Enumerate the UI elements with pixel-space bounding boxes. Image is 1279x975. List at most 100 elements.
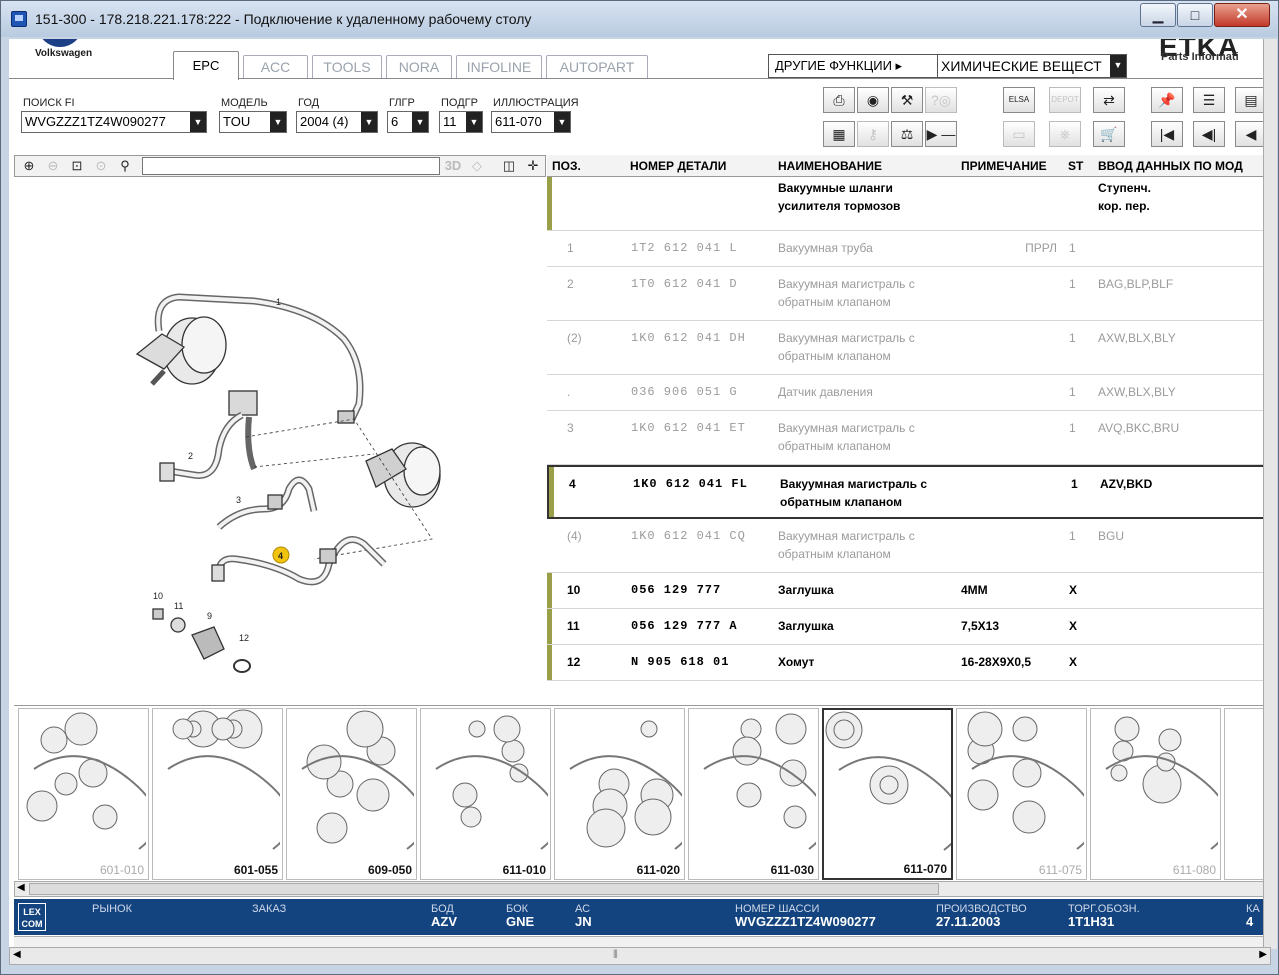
cart-transfer-icon[interactable]: ⇄: [1093, 87, 1125, 113]
sub-group-select[interactable]: 11 ▼: [439, 111, 483, 133]
split-view-icon[interactable]: ◫: [499, 157, 519, 175]
callout-9[interactable]: 9: [207, 611, 212, 621]
magnifier-icon[interactable]: ⚲: [115, 157, 135, 175]
cell-name: Вакуумная магистраль с обратным клапаном: [778, 529, 915, 561]
chevron-down-icon[interactable]: ▼: [412, 112, 428, 132]
close-button[interactable]: ✕: [1214, 3, 1270, 27]
callout-11[interactable]: 11: [174, 601, 183, 611]
catalog-icon[interactable]: ◉: [857, 87, 889, 113]
maximize-button[interactable]: □: [1177, 3, 1213, 27]
zoom-area-icon[interactable]: ⊡: [67, 157, 87, 175]
zoom-out-icon[interactable]: ⊖: [43, 157, 63, 175]
chevron-down-icon[interactable]: ▼: [190, 112, 206, 132]
thumbnails-scrollbar[interactable]: ◀: [14, 881, 1270, 897]
thumbnail-4[interactable]: 611-020: [554, 708, 694, 880]
tab-infoline[interactable]: INFOLINE: [456, 55, 542, 78]
year-select[interactable]: 2004 (4) ▼: [296, 111, 378, 133]
chevron-down-icon[interactable]: ▼: [270, 112, 286, 132]
tab-autopart[interactable]: AUTOPART: [546, 55, 648, 78]
thumbnail-1[interactable]: 601-055: [152, 708, 292, 880]
illustration-select[interactable]: 611-070 ▼: [491, 111, 571, 133]
scroll-right-icon[interactable]: ▶: [1259, 949, 1267, 960]
thumbnail-3[interactable]: 611-010: [420, 708, 560, 880]
minimize-button[interactable]: ▁: [1140, 3, 1176, 27]
callout-12[interactable]: 12: [239, 633, 249, 643]
window-horizontal-scrollbar[interactable]: ◀ ⦀ ▶: [9, 947, 1271, 965]
help-icon[interactable]: ?◎: [925, 87, 957, 113]
first-page-icon[interactable]: |◀: [1151, 121, 1183, 147]
table-row[interactable]: 3 1K0 612 041 ET Вакуумная магистраль с обр…: [547, 411, 1271, 465]
col-model-data[interactable]: ВВОД ДАННЫХ ПО МОД: [1098, 159, 1243, 173]
callout-1[interactable]: 1: [276, 297, 281, 307]
tab-epc[interactable]: EPC: [173, 51, 239, 80]
thumbnail-6[interactable]: 611-070: [822, 708, 963, 880]
col-note[interactable]: ПРИМЕЧАНИЕ: [961, 159, 1047, 173]
thumbnail-2[interactable]: 609-050: [286, 708, 426, 880]
main-group-select[interactable]: 6 ▼: [387, 111, 429, 133]
table-row[interactable]: (2) 1K0 612 041 DH Вакуумная магистраль со…: [547, 321, 1271, 375]
table-row[interactable]: 2 1T0 612 041 D Вакуумная магистраль с обра…: [547, 267, 1271, 321]
table-row[interactable]: (4) 1K0 612 041 CQ Вакуумная магистраль со…: [547, 519, 1271, 573]
window-vertical-scrollbar[interactable]: [1263, 39, 1277, 949]
zoom-in-icon[interactable]: ⊕: [19, 157, 39, 175]
callout-10[interactable]: 10: [153, 591, 163, 601]
elsa-icon[interactable]: ELSA: [1003, 87, 1035, 113]
col-name[interactable]: НАИМЕНОВАНИЕ: [778, 159, 882, 173]
col-st[interactable]: ST: [1068, 159, 1083, 173]
table-row[interactable]: . 036 906 051 G Датчик давления 1 AXW,BLX,BL…: [547, 375, 1271, 411]
view-3d-icon[interactable]: 3D: [443, 157, 463, 175]
thumbnail-0[interactable]: 601-010: [18, 708, 158, 880]
scroll-left-icon[interactable]: ◀: [13, 949, 21, 960]
scroll-grip-icon[interactable]: ⦀: [613, 949, 618, 962]
table-row[interactable]: 10 056 129 777 Заглушка 4MM X: [547, 573, 1271, 609]
chevron-down-icon[interactable]: ▼: [1110, 55, 1126, 77]
thumbnail-8[interactable]: 611-080: [1090, 708, 1230, 880]
chevron-down-icon[interactable]: ▼: [361, 112, 377, 132]
table-row[interactable]: 4 1K0 612 041 FL Вакуумная магистраль с обр…: [547, 465, 1271, 519]
display-icon[interactable]: ▭: [1003, 121, 1035, 147]
thumbnail-5[interactable]: 611-030: [688, 708, 828, 880]
thumbnail-partial[interactable]: [1224, 708, 1268, 880]
table-row[interactable]: 12 N 905 618 01 Хомут 16-28X9X0,5 X: [547, 645, 1271, 681]
hotspot-icon[interactable]: ◇: [467, 157, 487, 175]
tab-nora[interactable]: NORA: [386, 55, 452, 78]
table-row[interactable]: 11 056 129 777 A Заглушка 7,5X13 X: [547, 609, 1271, 645]
model-select[interactable]: TOU ▼: [219, 111, 287, 133]
shopping-cart-icon[interactable]: 🛒: [1093, 121, 1125, 147]
other-functions-button[interactable]: ДРУГИЕ ФУНКЦИИ ▸: [768, 54, 938, 78]
callout-3[interactable]: 3: [236, 495, 241, 505]
table-row[interactable]: 1 1T2 612 041 L Вакуумная труба ПРРЛ 1: [547, 231, 1271, 267]
col-part-no[interactable]: НОМЕР ДЕТАЛИ: [630, 159, 726, 173]
chevron-down-icon[interactable]: ▼: [466, 112, 482, 132]
zoom-100-icon[interactable]: ⊙: [91, 157, 111, 175]
illustration-value: 611-070: [495, 114, 542, 129]
stamp-icon[interactable]: ⎈: [1049, 121, 1081, 147]
play-minus-icon[interactable]: ▶ —: [925, 121, 957, 147]
col-pos[interactable]: ПОЗ.: [552, 159, 581, 173]
callout-2[interactable]: 2: [188, 451, 193, 461]
group-name: Вакуумные шланги усилителя тормозов: [778, 181, 901, 213]
chevron-down-icon[interactable]: ▼: [554, 112, 570, 132]
tab-acc[interactable]: ACC: [243, 55, 308, 78]
scroll-left-icon[interactable]: ◀: [17, 882, 25, 893]
callout-4[interactable]: 4: [278, 551, 283, 561]
illustration-search-input[interactable]: [142, 157, 440, 175]
group-row[interactable]: Вакуумные шланги усилителя тормозов Ступе…: [547, 177, 1271, 231]
tools-icon[interactable]: ⚒: [891, 87, 923, 113]
table-icon[interactable]: ▦: [823, 121, 855, 147]
print-icon[interactable]: ⎙: [823, 87, 855, 113]
depot-icon[interactable]: DEPOT: [1049, 87, 1081, 113]
tab-tools[interactable]: TOOLS: [312, 55, 382, 78]
chemicals-select[interactable]: ХИМИЧЕСКИЕ ВЕЩЕСТ ▼: [937, 54, 1127, 78]
cell-st: 1: [1071, 477, 1078, 491]
scale-icon[interactable]: ⚖: [891, 121, 923, 147]
pin-icon[interactable]: 📌: [1151, 87, 1183, 113]
exploded-parts-drawing[interactable]: 1 2 3 9 10 11 12 4: [14, 179, 544, 699]
list-icon[interactable]: ☰: [1193, 87, 1225, 113]
prev-page-icon[interactable]: ◀|: [1193, 121, 1225, 147]
crosshair-icon[interactable]: ✛: [523, 157, 543, 175]
search-fi-select[interactable]: WVGZZZ1TZ4W090277 ▼: [21, 111, 207, 133]
key-icon[interactable]: ⚷: [857, 121, 889, 147]
thumbnail-7[interactable]: 611-075: [956, 708, 1096, 880]
scrollbar-thumb[interactable]: [29, 883, 939, 895]
